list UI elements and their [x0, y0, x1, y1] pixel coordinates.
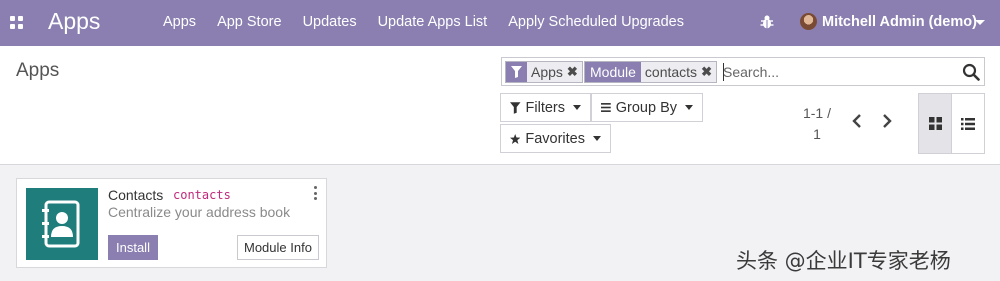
top-navbar: Apps Apps App Store Updates Update Apps … — [0, 0, 1000, 46]
filter-icon — [506, 62, 527, 82]
star-icon — [510, 133, 521, 144]
list-view-button[interactable] — [951, 93, 985, 154]
pager-total: 1 — [813, 126, 821, 142]
search-box[interactable]: Apps ✖ Module contacts ✖ — [501, 57, 985, 86]
install-button[interactable]: Install — [108, 235, 158, 260]
menu-item-updates[interactable]: Updates — [303, 14, 357, 30]
apps-grid-icon[interactable] — [10, 16, 23, 29]
group-by-label: Group By — [615, 99, 677, 116]
filter-icon — [510, 101, 521, 114]
module-info-button[interactable]: Module Info — [237, 235, 319, 260]
pager-range: 1-1 / — [802, 105, 831, 121]
contacts-book-icon — [26, 188, 98, 260]
close-icon[interactable]: ✖ — [567, 62, 582, 82]
module-summary: Centralize your address book — [108, 204, 291, 220]
kanban-grid-icon — [928, 117, 942, 130]
caret-down-icon — [593, 136, 601, 141]
user-menu[interactable]: Mitchell Admin (demo) — [822, 14, 977, 30]
filters-button[interactable]: Filters — [500, 93, 591, 122]
chevron-left-icon[interactable] — [850, 113, 866, 129]
list-icon — [961, 117, 975, 130]
favorites-button[interactable]: Favorites — [500, 124, 611, 153]
facet-value: Apps — [531, 64, 563, 80]
kebab-menu-icon[interactable] — [314, 186, 318, 200]
module-name: Contacts — [108, 187, 164, 203]
favorites-label: Favorites — [525, 130, 585, 147]
page-title: Apps — [16, 60, 60, 81]
module-technical-name: contacts — [173, 188, 231, 202]
search-input[interactable] — [723, 61, 953, 83]
menu-item-apply-scheduled-upgrades[interactable]: Apply Scheduled Upgrades — [508, 14, 684, 30]
menu-item-apps[interactable]: Apps — [163, 14, 196, 30]
avatar[interactable] — [800, 13, 817, 30]
caret-down-icon — [685, 105, 693, 110]
app-brand[interactable]: Apps — [48, 8, 100, 35]
chevron-down-icon[interactable] — [975, 20, 985, 25]
chevron-right-icon[interactable] — [878, 113, 894, 129]
module-card[interactable]: Contacts contacts Centralize your addres… — [16, 178, 327, 268]
kanban-view-button[interactable] — [918, 93, 952, 154]
filters-label: Filters — [525, 99, 565, 116]
menu-item-app-store[interactable]: App Store — [217, 14, 282, 30]
group-by-button[interactable]: Group By — [591, 93, 703, 122]
facet-value: contacts — [644, 64, 698, 80]
close-icon[interactable]: ✖ — [701, 62, 716, 82]
search-facet-apps: Apps ✖ — [505, 61, 583, 83]
list-lines-icon — [601, 103, 611, 112]
control-panel: Apps Apps ✖ Module contacts ✖ Filters Gr… — [0, 46, 1000, 165]
search-icon[interactable] — [962, 63, 980, 81]
main-menu: Apps App Store Updates Update Apps List … — [163, 14, 705, 30]
facet-key: Module — [585, 62, 641, 82]
menu-item-update-apps-list[interactable]: Update Apps List — [378, 14, 488, 30]
text-cursor — [723, 63, 724, 81]
caret-down-icon — [573, 105, 581, 110]
bug-icon[interactable] — [760, 14, 774, 30]
search-facet-module: Module contacts ✖ — [584, 61, 717, 83]
pager-value[interactable]: 1-1 / 1 — [790, 103, 844, 145]
watermark: 头条 @企业IT专家老杨 — [736, 249, 951, 273]
